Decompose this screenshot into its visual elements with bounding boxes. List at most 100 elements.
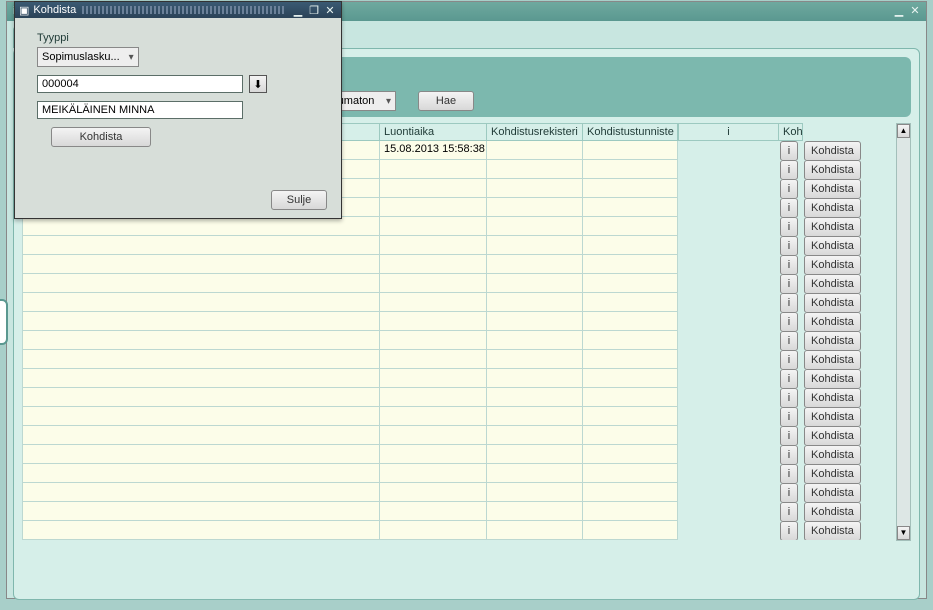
info-button[interactable]: i (780, 141, 798, 160)
info-button[interactable]: i (780, 198, 798, 217)
dialog-title: Kohdista (33, 4, 76, 16)
cell-action: Kohdista (803, 426, 875, 445)
row-kohdista-button[interactable]: Kohdista (804, 350, 861, 369)
cell-register (487, 369, 583, 388)
hae-button[interactable]: Hae (418, 91, 474, 111)
row-kohdista-button[interactable]: Kohdista (804, 426, 861, 445)
row-kohdista-button[interactable]: Kohdista (804, 521, 861, 540)
tyyppi-label: Tyyppi (37, 32, 327, 44)
close-icon[interactable]: ✕ (908, 5, 922, 19)
dialog-maximize-icon[interactable]: ❐ (307, 3, 321, 17)
table-row[interactable]: i Kohdista (22, 331, 896, 350)
cell-register (487, 198, 583, 217)
table-row[interactable]: i Kohdista (22, 350, 896, 369)
dialog-minimize-icon[interactable]: ▁ (291, 3, 305, 17)
col-register[interactable]: Kohdistusrekisteri (487, 123, 583, 141)
col-created[interactable]: Luontiaika (380, 123, 487, 141)
row-kohdista-button[interactable]: Kohdista (804, 293, 861, 312)
info-button[interactable]: i (780, 369, 798, 388)
info-button[interactable]: i (780, 255, 798, 274)
dialog-titlebar[interactable]: ▣ Kohdista ▁ ❐ ✕ (15, 2, 341, 18)
cell-created (380, 464, 487, 483)
minimize-icon[interactable]: ▁ (892, 5, 906, 19)
row-kohdista-button[interactable]: Kohdista (804, 369, 861, 388)
row-kohdista-button[interactable]: Kohdista (804, 236, 861, 255)
cell-id (583, 255, 678, 274)
info-button[interactable]: i (780, 179, 798, 198)
lookup-button[interactable]: ⬇ (249, 75, 267, 93)
info-button[interactable]: i (780, 217, 798, 236)
row-kohdista-button[interactable]: Kohdista (804, 407, 861, 426)
cell-info: i (779, 350, 803, 369)
info-button[interactable]: i (780, 236, 798, 255)
cell-action: Kohdista (803, 350, 875, 369)
row-kohdista-button[interactable]: Kohdista (804, 160, 861, 179)
info-button[interactable]: i (780, 483, 798, 502)
cell-info: i (779, 464, 803, 483)
row-kohdista-button[interactable]: Kohdista (804, 198, 861, 217)
download-arrow-icon: ⬇ (253, 78, 262, 91)
row-kohdista-button[interactable]: Kohdista (804, 179, 861, 198)
cell-name (22, 236, 380, 255)
cell-register (487, 141, 583, 160)
row-kohdista-button[interactable]: Kohdista (804, 141, 861, 160)
row-kohdista-button[interactable]: Kohdista (804, 217, 861, 236)
info-button[interactable]: i (780, 445, 798, 464)
table-row[interactable]: i Kohdista (22, 483, 896, 502)
cell-action: Kohdista (803, 502, 875, 521)
row-kohdista-button[interactable]: Kohdista (804, 445, 861, 464)
info-button[interactable]: i (780, 464, 798, 483)
info-button[interactable]: i (780, 293, 798, 312)
info-button[interactable]: i (780, 502, 798, 521)
info-button[interactable]: i (780, 426, 798, 445)
kohdista-button[interactable]: Kohdista (51, 127, 151, 147)
col-action: Kohdista (779, 123, 803, 141)
table-row[interactable]: i Kohdista (22, 426, 896, 445)
cell-created (380, 521, 487, 540)
row-kohdista-button[interactable]: Kohdista (804, 312, 861, 331)
row-kohdista-button[interactable]: Kohdista (804, 502, 861, 521)
info-button[interactable]: i (780, 407, 798, 426)
cell-info: i (779, 331, 803, 350)
side-tab[interactable] (0, 299, 8, 345)
scroll-up-icon[interactable]: ▲ (897, 124, 910, 138)
row-kohdista-button[interactable]: Kohdista (804, 331, 861, 350)
cell-register (487, 236, 583, 255)
table-row[interactable]: i Kohdista (22, 445, 896, 464)
table-row[interactable]: i Kohdista (22, 293, 896, 312)
info-button[interactable]: i (780, 521, 798, 540)
table-row[interactable]: i Kohdista (22, 369, 896, 388)
col-id[interactable]: Kohdistustunniste (583, 123, 678, 141)
sulje-button[interactable]: Sulje (271, 190, 327, 210)
row-kohdista-button[interactable]: Kohdista (804, 388, 861, 407)
id-field[interactable]: 000004 (37, 75, 243, 93)
cell-id (583, 217, 678, 236)
name-field[interactable]: MEIKÄLÄINEN MINNA (37, 101, 243, 119)
table-row[interactable]: i Kohdista (22, 236, 896, 255)
dialog-close-icon[interactable]: ✕ (323, 3, 337, 17)
row-kohdista-button[interactable]: Kohdista (804, 483, 861, 502)
cell-created (380, 426, 487, 445)
row-kohdista-button[interactable]: Kohdista (804, 274, 861, 293)
table-row[interactable]: i Kohdista (22, 217, 896, 236)
scroll-down-icon[interactable]: ▼ (897, 526, 910, 540)
table-row[interactable]: i Kohdista (22, 407, 896, 426)
table-row[interactable]: i Kohdista (22, 312, 896, 331)
table-row[interactable]: i Kohdista (22, 502, 896, 521)
tyyppi-select[interactable]: Sopimuslasku... (37, 47, 139, 67)
info-button[interactable]: i (780, 160, 798, 179)
cell-register (487, 521, 583, 540)
table-row[interactable]: i Kohdista (22, 388, 896, 407)
row-kohdista-button[interactable]: Kohdista (804, 464, 861, 483)
row-kohdista-button[interactable]: Kohdista (804, 255, 861, 274)
table-row[interactable]: i Kohdista (22, 255, 896, 274)
table-row[interactable]: i Kohdista (22, 274, 896, 293)
table-row[interactable]: i Kohdista (22, 521, 896, 540)
info-button[interactable]: i (780, 331, 798, 350)
scrollbar-vertical[interactable]: ▲ ▼ (896, 123, 911, 541)
info-button[interactable]: i (780, 274, 798, 293)
info-button[interactable]: i (780, 350, 798, 369)
info-button[interactable]: i (780, 388, 798, 407)
table-row[interactable]: i Kohdista (22, 464, 896, 483)
info-button[interactable]: i (780, 312, 798, 331)
